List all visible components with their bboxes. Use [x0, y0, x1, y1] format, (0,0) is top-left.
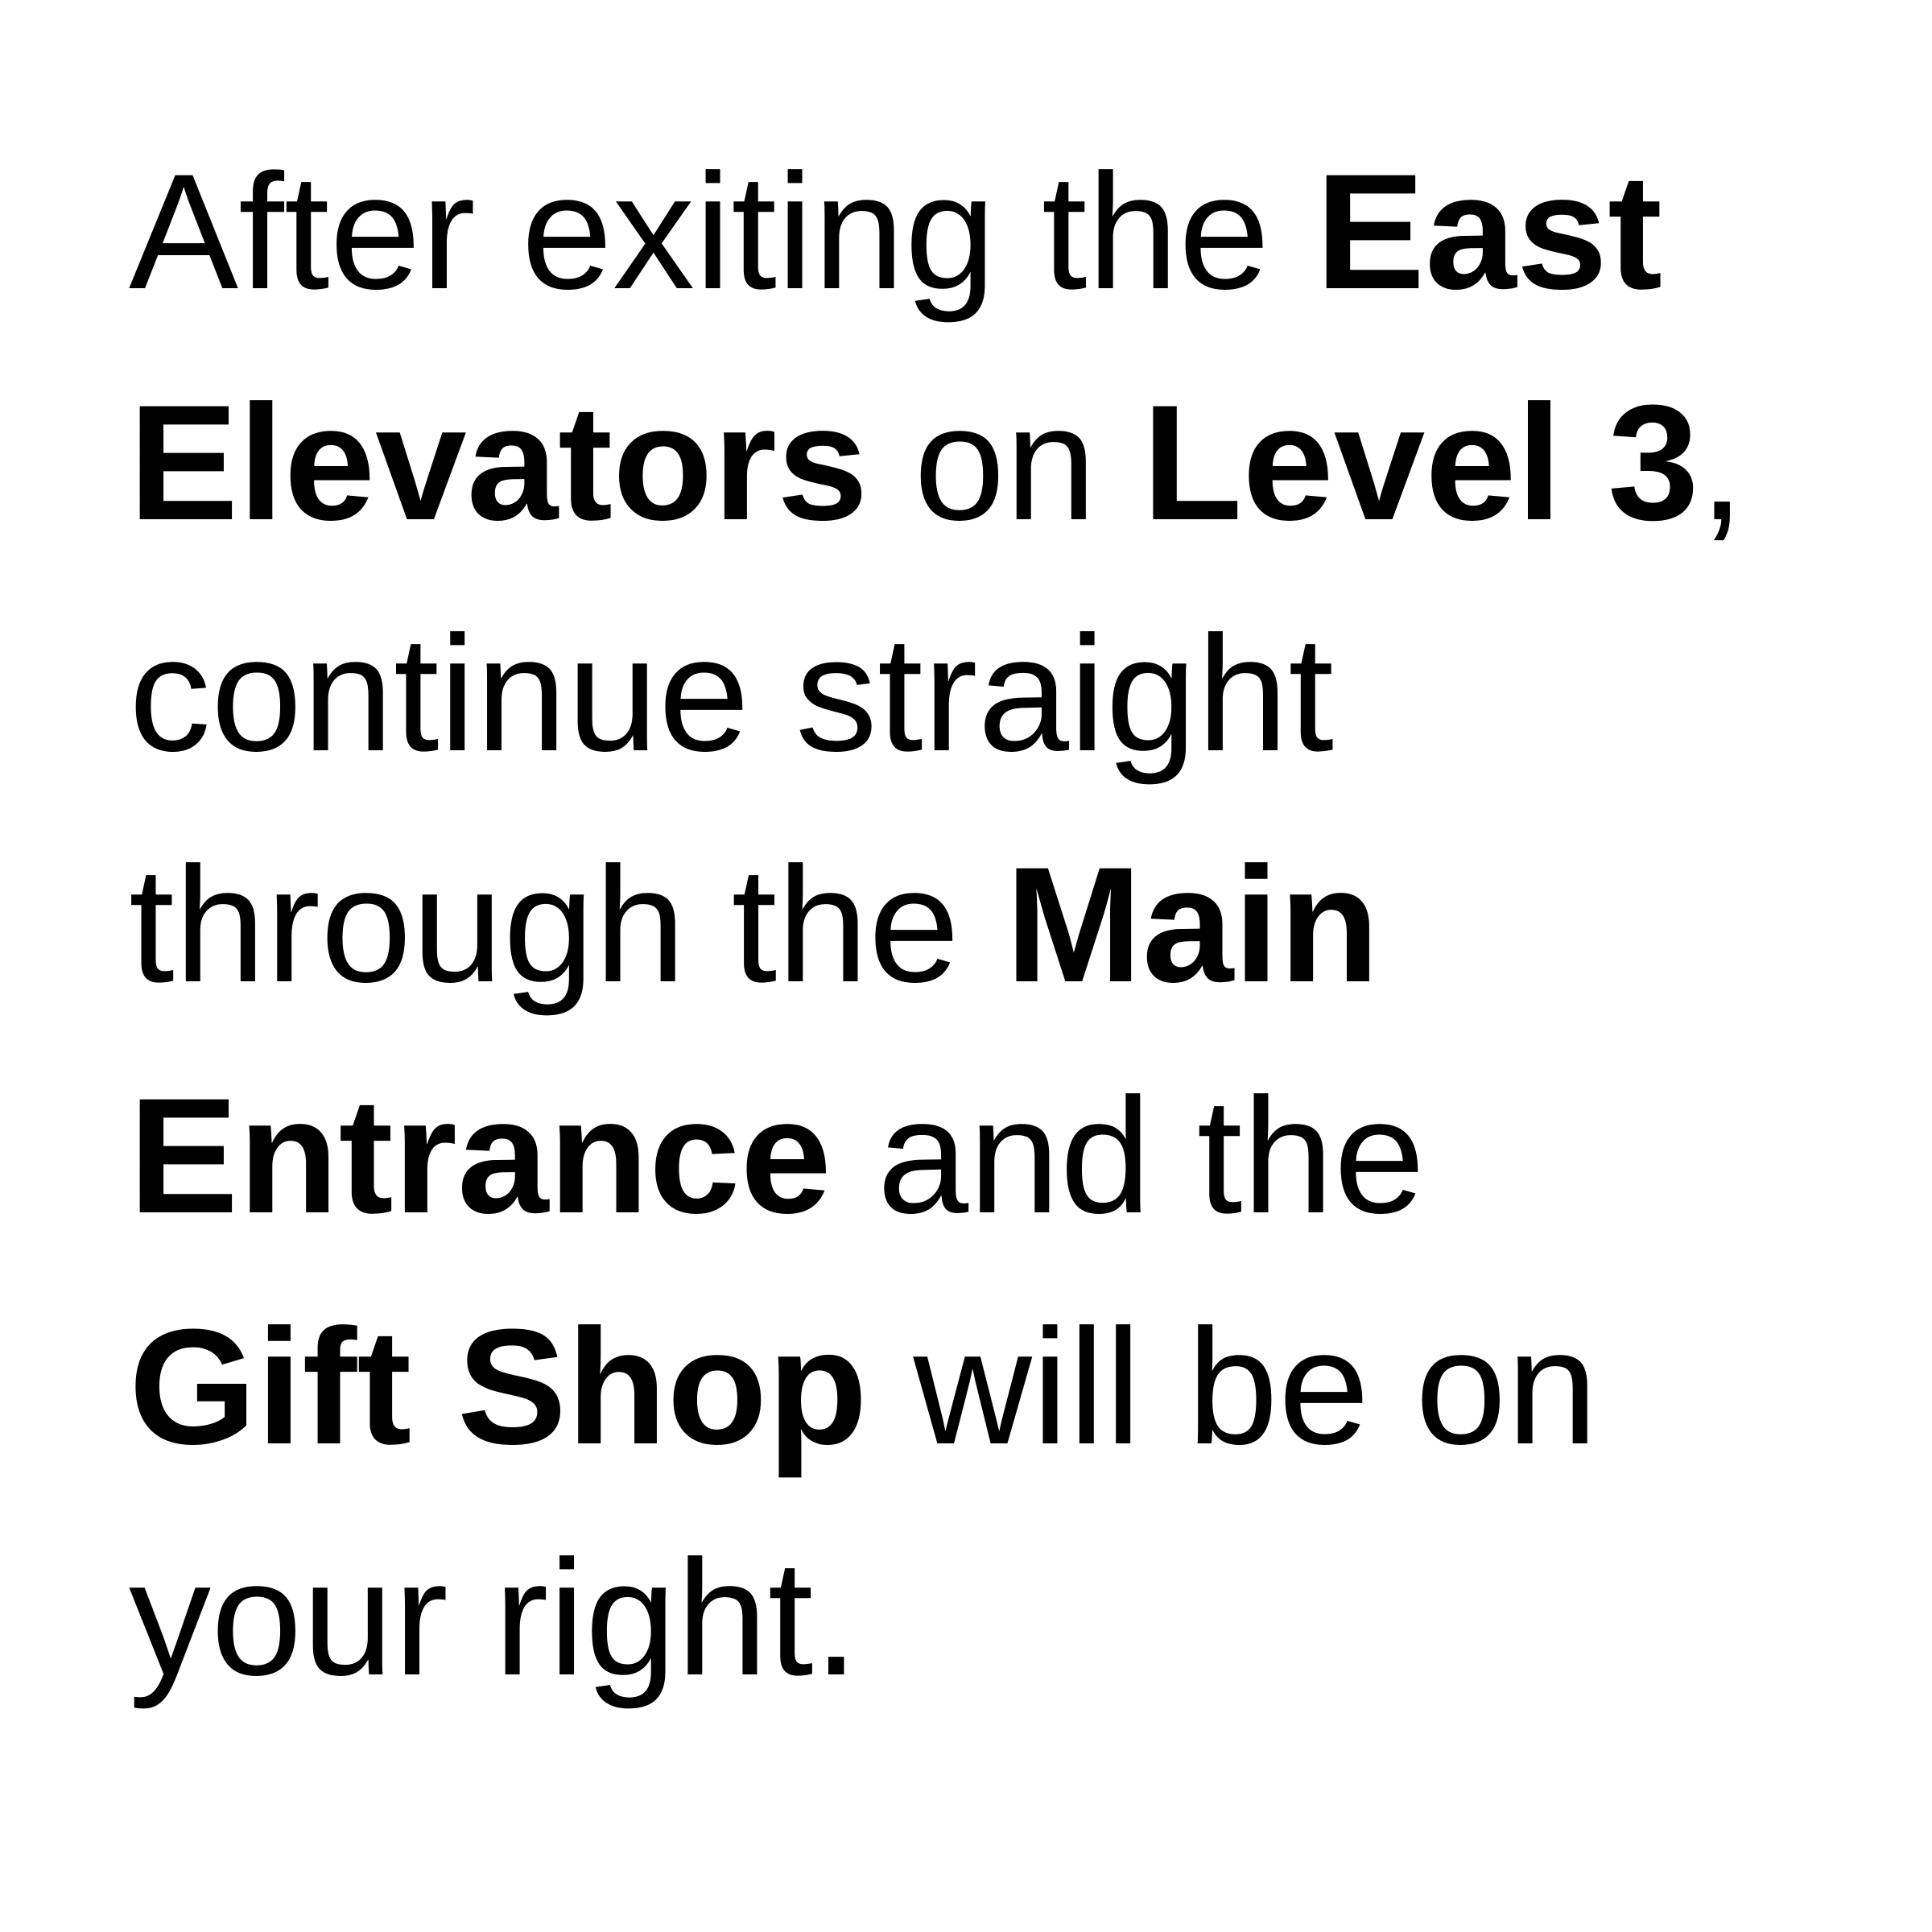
directions-page: After exiting the East Elevators on Leve… — [0, 0, 1932, 1932]
place-elevators: Elevators — [129, 371, 869, 555]
text-segment: continue straight — [129, 602, 1334, 786]
place-level-3: Level 3 — [1141, 371, 1699, 555]
text-segment: on — [868, 371, 1142, 555]
directions-line-2: Elevators on Level 3, — [129, 381, 1744, 545]
place-gift-shop: Gift Shop — [129, 1295, 868, 1479]
directions-line-5: Entrance and the — [129, 1074, 1425, 1238]
text-segment: , — [1699, 371, 1745, 555]
place-main: Main — [1005, 833, 1380, 1017]
text-segment: through the — [129, 833, 1005, 1017]
text-segment: and the — [831, 1064, 1426, 1248]
place-entrance: Entrance — [129, 1064, 832, 1248]
directions-line-6: Gift Shop will be on — [129, 1305, 1598, 1469]
directions-line-4: through the Main — [129, 843, 1380, 1007]
text-segment: After exiting the — [129, 140, 1316, 324]
place-east: East — [1315, 140, 1663, 324]
directions-line-7: your right. — [129, 1536, 859, 1700]
directions-line-1: After exiting the East — [129, 150, 1662, 314]
directions-line-3: continue straight — [129, 612, 1334, 776]
text-segment: will be on — [867, 1295, 1598, 1479]
text-segment: your right. — [129, 1526, 860, 1710]
